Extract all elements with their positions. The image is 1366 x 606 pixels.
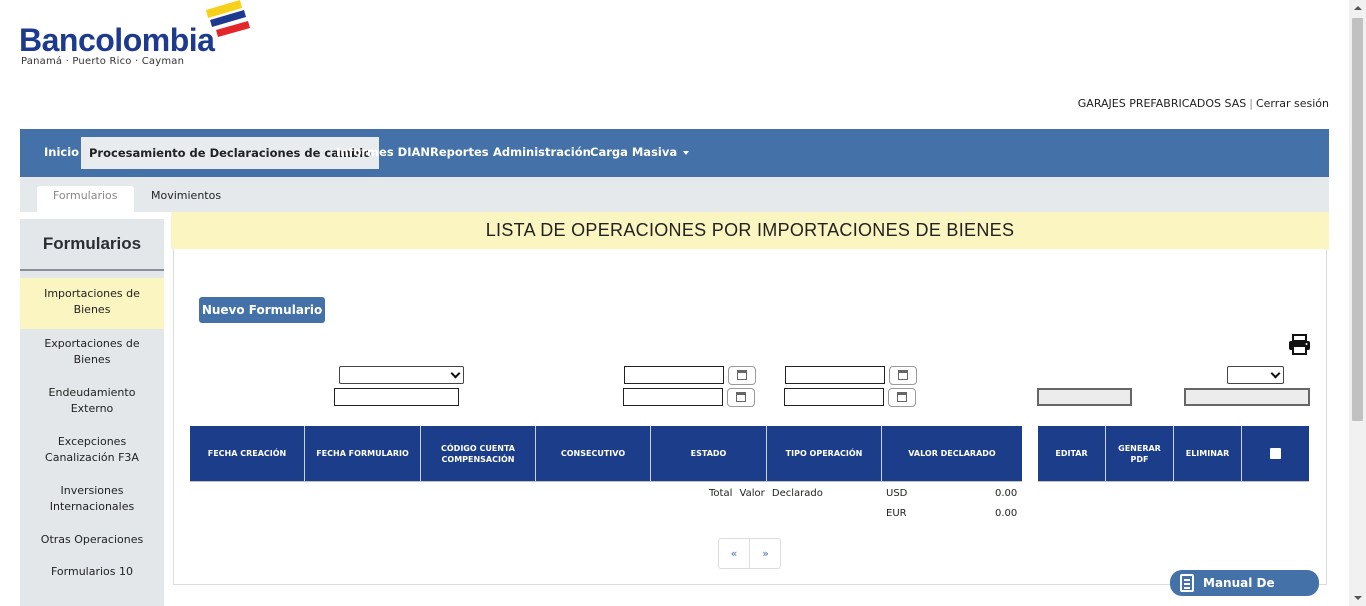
filter-input-disabled-2 bbox=[1184, 388, 1310, 406]
totals-value-eur: 0.00 bbox=[995, 508, 1018, 519]
filter-select-2[interactable] bbox=[1227, 366, 1284, 384]
calendar-icon bbox=[737, 370, 747, 380]
scroll-thumb[interactable] bbox=[1352, 18, 1363, 421]
tab-strip: Formularios Movimientos bbox=[20, 177, 1329, 212]
nav-carga-masiva[interactable]: Carga Masiva bbox=[590, 129, 690, 177]
tab-formularios[interactable]: Formularios bbox=[37, 186, 134, 212]
page-scrollbar[interactable] bbox=[1349, 0, 1366, 606]
user-manual-button[interactable]: Manual De Usuario bbox=[1170, 570, 1319, 606]
page-title: LISTA DE OPERACIONES POR IMPORTACIONES D… bbox=[171, 212, 1329, 249]
totals-label: Total Valor Declarado bbox=[709, 488, 823, 499]
date-to-input-1[interactable] bbox=[785, 366, 885, 384]
col-select-all bbox=[1242, 426, 1309, 481]
caret-down-icon bbox=[683, 150, 690, 155]
col-eliminar: ELIMINAR bbox=[1174, 426, 1242, 481]
scroll-down-icon[interactable] bbox=[1354, 596, 1362, 600]
nav-reportes[interactable]: Reportes bbox=[430, 129, 489, 177]
calendar-button-4[interactable] bbox=[888, 388, 916, 407]
nav-administracion[interactable]: Administración bbox=[493, 129, 591, 177]
calendar-button-2[interactable] bbox=[889, 366, 917, 385]
brand-mark-icon bbox=[206, 0, 250, 37]
col-editar: EDITAR bbox=[1038, 426, 1106, 481]
totals-currency-eur: EUR bbox=[886, 508, 907, 519]
calendar-button-1[interactable] bbox=[728, 366, 756, 385]
user-separator: | bbox=[1249, 97, 1253, 110]
actions-divider bbox=[1038, 481, 1309, 482]
filter-input-code[interactable] bbox=[334, 388, 459, 406]
sidebar-item-importaciones[interactable]: Importaciones de Bienes bbox=[20, 278, 164, 329]
col-tipo-operacion[interactable]: TIPO OPERACIÓN bbox=[767, 426, 882, 481]
nav-informes-dian[interactable]: Informes DIAN bbox=[336, 129, 430, 177]
scroll-up-icon[interactable] bbox=[1354, 6, 1362, 10]
date-from-input-2[interactable] bbox=[623, 388, 723, 406]
date-from-input-1[interactable] bbox=[624, 366, 724, 384]
user-bar: GARAJES PREFABRICADOS SAS | Cerrar sesión bbox=[1078, 97, 1329, 110]
brand-subtitle: Panamá · Puerto Rico · Cayman bbox=[21, 56, 185, 67]
sidebar-item-formularios-10[interactable]: Formularios 10 bbox=[20, 564, 164, 580]
new-form-button[interactable]: Nuevo Formulario bbox=[199, 297, 325, 323]
pagination-prev[interactable]: « bbox=[719, 539, 750, 568]
filter-select-1[interactable] bbox=[339, 366, 464, 384]
calendar-icon bbox=[736, 392, 746, 402]
main-panel bbox=[173, 249, 1327, 585]
select-all-checkbox[interactable] bbox=[1270, 448, 1281, 459]
sidebar-item-otras-operaciones[interactable]: Otras Operaciones bbox=[20, 532, 164, 548]
sidebar-item-endeudamiento[interactable]: Endeudamiento Externo bbox=[20, 385, 164, 417]
nav-carga-masiva-label: Carga Masiva bbox=[590, 145, 678, 159]
calendar-icon bbox=[898, 370, 908, 380]
print-icon[interactable] bbox=[1288, 334, 1311, 356]
sidebar-item-inversiones[interactable]: Inversiones Internacionales bbox=[20, 483, 164, 515]
sidebar-item-exportaciones[interactable]: Exportaciones de Bienes bbox=[20, 336, 164, 368]
nav-procesamiento[interactable]: Procesamiento de Declaraciones de cambio bbox=[81, 137, 380, 169]
brand-logo-text[interactable]: Bancolombia bbox=[19, 22, 215, 59]
totals-value-usd: 0.00 bbox=[995, 488, 1018, 499]
chevron-down-icon bbox=[450, 368, 461, 379]
table-divider bbox=[190, 481, 1022, 482]
col-codigo-cuenta[interactable]: CÓDIGO CUENTA COMPENSACIÓN bbox=[421, 426, 536, 481]
company-name: GARAJES PREFABRICADOS SAS bbox=[1077, 97, 1247, 110]
col-estado[interactable]: ESTADO bbox=[651, 426, 767, 481]
logout-link[interactable]: Cerrar sesión bbox=[1256, 97, 1329, 110]
user-manual-label: Manual De Usuario bbox=[1203, 576, 1275, 606]
date-to-input-2[interactable] bbox=[784, 388, 884, 406]
sidebar-title: Formularios bbox=[20, 219, 164, 271]
table-header: FECHA CREACIÓN FECHA FORMULARIO CÓDIGO C… bbox=[190, 426, 1022, 481]
tab-movimientos[interactable]: Movimientos bbox=[135, 186, 237, 212]
nav-inicio[interactable]: Inicio bbox=[44, 129, 79, 177]
chevron-down-icon bbox=[1270, 368, 1281, 379]
col-generar-pdf: GENERAR PDF bbox=[1106, 426, 1174, 481]
actions-header: EDITAR GENERAR PDF ELIMINAR bbox=[1038, 426, 1309, 481]
filter-input-disabled-1 bbox=[1037, 388, 1132, 406]
calendar-button-3[interactable] bbox=[727, 388, 755, 407]
main-navbar: Inicio Procesamiento de Declaraciones de… bbox=[20, 129, 1329, 177]
col-valor-declarado[interactable]: VALOR DECLARADO bbox=[882, 426, 1022, 481]
sidebar-item-excepciones[interactable]: Excepciones Canalización F3A bbox=[20, 434, 164, 466]
book-icon bbox=[1180, 574, 1194, 592]
calendar-icon bbox=[897, 392, 907, 402]
totals-currency-usd: USD bbox=[886, 488, 908, 499]
col-fecha-formulario[interactable]: FECHA FORMULARIO bbox=[305, 426, 421, 481]
pagination: « » bbox=[718, 538, 781, 569]
pagination-next[interactable]: » bbox=[750, 539, 781, 568]
col-fecha-creacion[interactable]: FECHA CREACIÓN bbox=[190, 426, 305, 481]
sidebar: Formularios Importaciones de Bienes Expo… bbox=[20, 219, 164, 606]
col-consecutivo[interactable]: CONSECUTIVO bbox=[536, 426, 651, 481]
